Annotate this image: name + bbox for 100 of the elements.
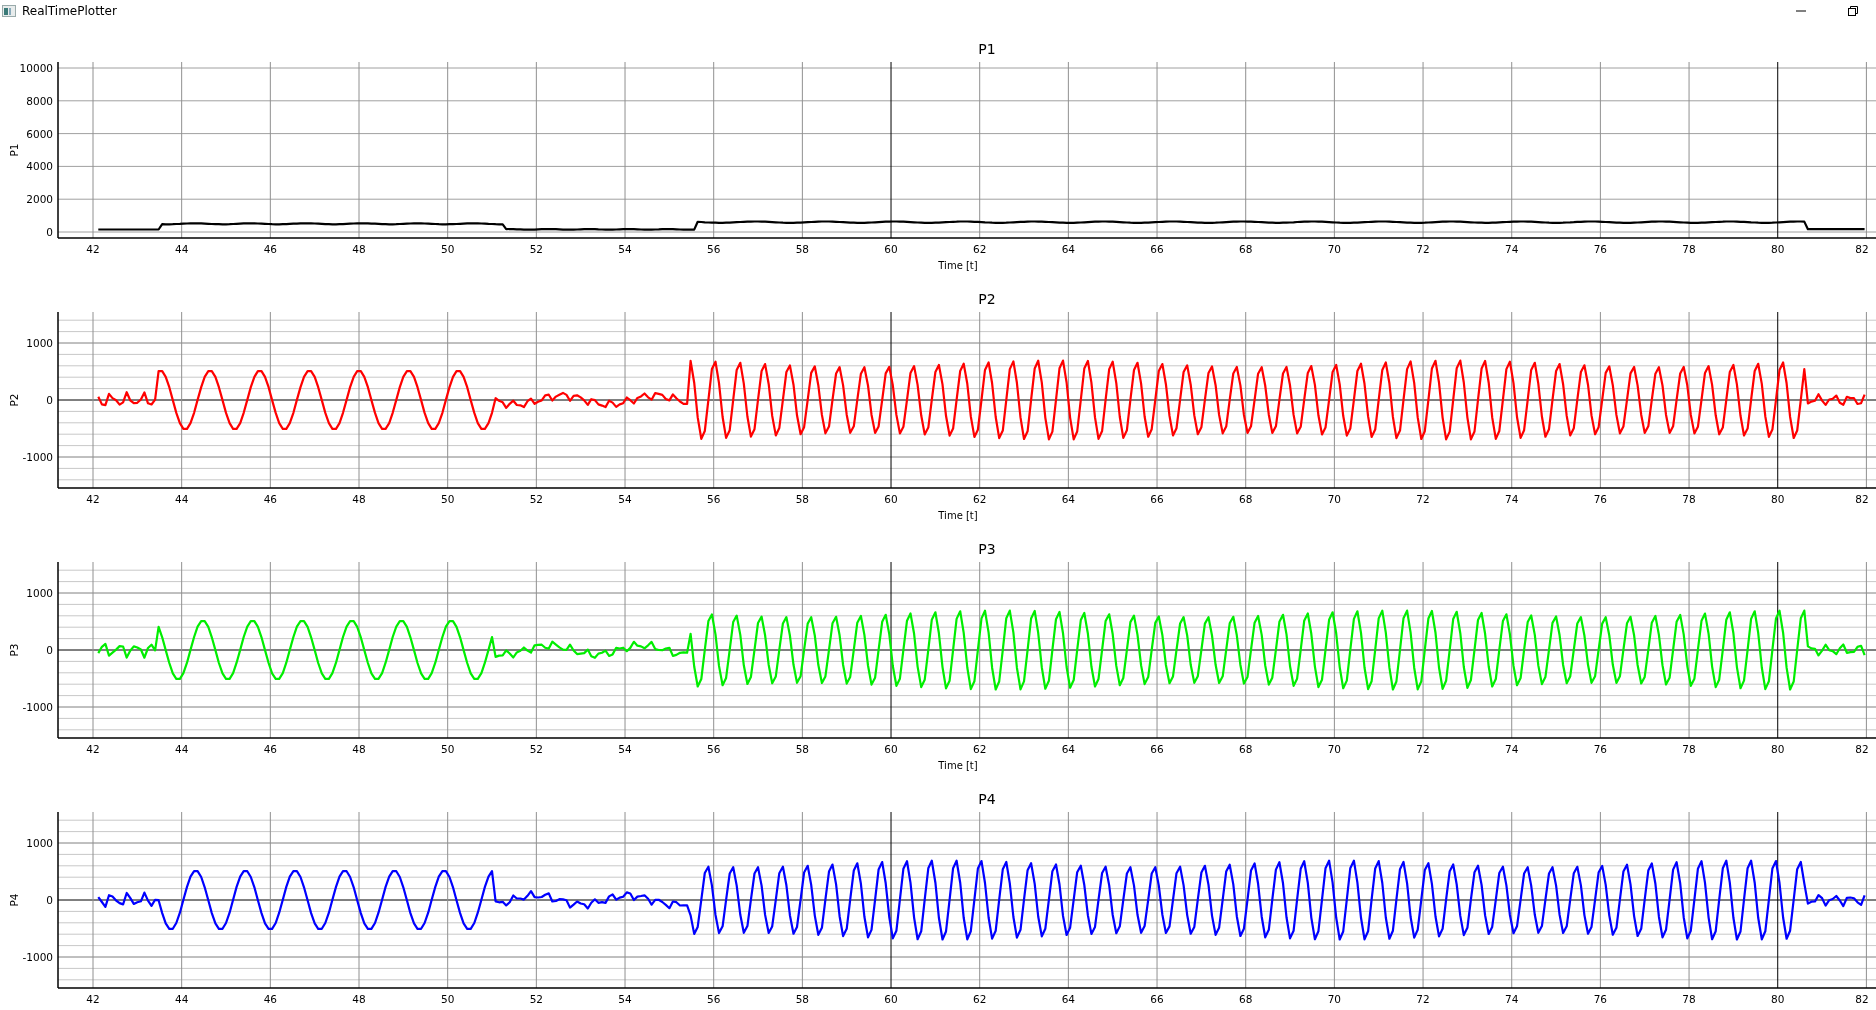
axis-tick-label: 68: [1239, 993, 1253, 1005]
axis-tick-label: 58: [795, 743, 810, 755]
axis-tick-label: 60: [884, 993, 898, 1005]
axis-label: P2: [8, 393, 20, 407]
axis-tick-label: 56: [707, 743, 721, 755]
axis-tick-label: 62: [973, 743, 987, 755]
axis-tick-label: 50: [441, 243, 455, 255]
axis-tick-label: 66: [1150, 993, 1164, 1005]
axis-tick-label: 68: [1239, 743, 1253, 755]
axis-tick-label: -1000: [22, 951, 53, 963]
axis-tick-label: 80: [1771, 493, 1785, 505]
axis-tick-label: 6000: [26, 127, 53, 140]
axis-tick-label: -1000: [22, 451, 53, 463]
axis-tick-label: 76: [1593, 243, 1608, 255]
axis-tick-label: 72: [1416, 993, 1430, 1005]
axis-tick-label: 56: [707, 493, 721, 505]
axis-tick-label: 50: [441, 743, 455, 755]
axis-tick-label: 70: [1327, 993, 1342, 1005]
restore-icon: [1848, 6, 1858, 16]
axis-tick-label: 54: [618, 743, 632, 755]
axis-tick-label: 82: [1855, 243, 1869, 255]
axis-tick-label: 64: [1061, 743, 1076, 755]
axis-tick-label: 64: [1061, 993, 1076, 1005]
axis-tick-label: 74: [1505, 993, 1519, 1005]
axis-tick-label: 50: [441, 993, 455, 1005]
axis-tick-label: 62: [973, 493, 987, 505]
axis-label: P3: [8, 643, 20, 657]
axis-tick-label: 74: [1505, 243, 1519, 255]
axis-tick-label: 74: [1505, 743, 1519, 755]
axis-tick-label: 62: [973, 993, 987, 1005]
axis-label: P1: [8, 143, 20, 157]
axis-tick-label: 68: [1239, 493, 1253, 505]
axis-tick-label: 48: [352, 743, 366, 755]
axis-tick-label: 54: [618, 493, 632, 505]
axis-tick-label: 0: [46, 644, 53, 656]
axis-label: Time [t]: [937, 760, 978, 771]
plot-title: P3: [977, 540, 996, 558]
axis-tick-label: 62: [973, 243, 987, 255]
axis-tick-label: 46: [263, 493, 278, 505]
axis-tick-label: 80: [1771, 743, 1785, 755]
axis-tick-label: 42: [86, 993, 100, 1005]
axis-tick-label: 52: [529, 493, 544, 505]
axis-tick-label: 50: [441, 493, 455, 505]
axis-tick-label: 82: [1855, 743, 1869, 755]
axis-tick-label: 78: [1682, 743, 1696, 755]
axis-tick-label: 2000: [26, 193, 53, 206]
axis-tick-label: 56: [707, 993, 721, 1005]
axis-tick-label: 0: [46, 226, 53, 238]
window-title: RealTimePlotter: [22, 4, 118, 18]
axis-tick-label: 48: [352, 993, 366, 1005]
axis-tick-label: 72: [1416, 493, 1430, 505]
axis-tick-label: 42: [86, 243, 100, 255]
axis-tick-label: 70: [1327, 493, 1342, 505]
axis-tick-label: 78: [1682, 243, 1696, 255]
axis-tick-label: 52: [529, 743, 544, 755]
axis-tick-label: 58: [795, 993, 810, 1005]
axis-tick-label: 44: [175, 743, 189, 755]
axis-tick-label: 76: [1593, 743, 1608, 755]
axis-tick-label: 60: [884, 743, 898, 755]
axis-tick-label: 54: [618, 243, 632, 255]
plot-title: P1: [977, 40, 996, 58]
plot-title: P2: [977, 290, 996, 308]
axis-label: P4: [8, 893, 20, 907]
axis-tick-label: 74: [1505, 493, 1519, 505]
axis-tick-label: 60: [884, 243, 898, 255]
plot-title: P4: [977, 790, 996, 808]
axis-tick-label: 0: [46, 894, 53, 906]
axis-tick-label: 42: [86, 743, 100, 755]
axis-tick-label: 70: [1327, 743, 1342, 755]
axis-tick-label: 52: [529, 243, 544, 255]
axis-tick-label: 1000: [26, 837, 53, 849]
axis-tick-label: 48: [352, 493, 366, 505]
axis-tick-label: 44: [175, 493, 189, 505]
axis-tick-label: 60: [884, 493, 898, 505]
axis-tick-label: 66: [1150, 493, 1164, 505]
axis-tick-label: 46: [263, 993, 278, 1005]
axis-tick-label: 66: [1150, 743, 1164, 755]
app-icon: [2, 5, 16, 17]
axis-tick-label: 4000: [26, 160, 53, 173]
axis-tick-label: 56: [707, 243, 721, 255]
axis-tick-label: 58: [795, 493, 810, 505]
axis-tick-label: 1000: [26, 337, 53, 349]
axis-tick-label: 0: [46, 394, 53, 406]
axis-tick-label: 48: [352, 243, 366, 255]
axis-tick-label: 58: [795, 243, 810, 255]
axis-tick-label: 46: [263, 743, 278, 755]
axis-tick-label: 52: [529, 993, 544, 1005]
axis-tick-label: 44: [175, 993, 189, 1005]
axis-tick-label: 76: [1593, 493, 1608, 505]
axis-tick-label: 70: [1327, 243, 1342, 255]
axis-tick-label: 78: [1682, 493, 1696, 505]
axis-tick-label: 10000: [19, 62, 53, 74]
axis-tick-label: 66: [1150, 243, 1164, 255]
axis-tick-label: 72: [1416, 243, 1430, 255]
axis-tick-label: 82: [1855, 493, 1869, 505]
axis-tick-label: 80: [1771, 243, 1785, 255]
axis-tick-label: 76: [1593, 993, 1608, 1005]
axis-tick-label: 78: [1682, 993, 1696, 1005]
axis-tick-label: 82: [1855, 993, 1869, 1005]
axis-tick-label: 42: [86, 493, 100, 505]
